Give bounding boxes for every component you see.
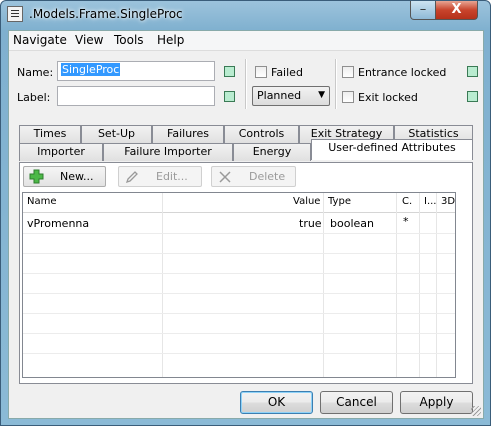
label-field[interactable] xyxy=(57,86,215,106)
resize-grip-icon[interactable] xyxy=(471,406,481,416)
column-header-value[interactable]: Value xyxy=(293,196,320,207)
entrance-locked-checkbox[interactable] xyxy=(342,66,354,78)
ok-button[interactable]: OK xyxy=(240,391,313,414)
edit-button-label: Edit... xyxy=(156,170,188,183)
entrance-indicator-icon xyxy=(467,66,478,77)
delete-button[interactable]: Delete xyxy=(211,166,296,187)
minimize-button[interactable]: – xyxy=(410,1,436,20)
menu-navigate[interactable]: Navigate xyxy=(13,33,67,47)
new-button[interactable]: New... xyxy=(23,166,106,187)
tab-times[interactable]: Times xyxy=(19,125,81,143)
dialog-window: .Models.Frame.SingleProc – X Navigate Vi… xyxy=(0,0,491,426)
edit-button[interactable]: Edit... xyxy=(118,166,202,187)
window-title: .Models.Frame.SingleProc xyxy=(29,7,183,21)
tab-failures[interactable]: Failures xyxy=(152,125,224,143)
attributes-table[interactable]: Name Value Type C. I... 3D vPromenna tru… xyxy=(22,192,456,378)
tab-user-defined-attributes[interactable]: User-defined Attributes xyxy=(311,139,473,160)
title-bar[interactable]: .Models.Frame.SingleProc – X xyxy=(1,1,490,29)
table-header xyxy=(23,193,455,213)
column-divider xyxy=(419,193,420,377)
label-indicator-icon xyxy=(224,91,235,102)
menu-tools[interactable]: Tools xyxy=(114,33,144,47)
cell-c: * xyxy=(403,215,409,228)
pencil-icon xyxy=(125,171,138,184)
separator xyxy=(335,59,337,109)
exit-locked-label: Exit locked xyxy=(358,91,418,104)
tab-importer[interactable]: Importer xyxy=(19,143,103,161)
planned-select[interactable]: Planned ▼ xyxy=(252,86,330,106)
name-value: SingleProc xyxy=(61,63,121,76)
menu-help[interactable]: Help xyxy=(157,33,184,47)
column-header-type[interactable]: Type xyxy=(328,196,351,207)
column-header-c[interactable]: C. xyxy=(402,196,412,207)
column-divider xyxy=(323,193,324,377)
name-label: Name: xyxy=(17,66,54,79)
column-divider xyxy=(436,193,437,377)
name-indicator-icon xyxy=(224,66,235,77)
exit-locked-checkbox[interactable] xyxy=(342,91,354,103)
column-header-i[interactable]: I... xyxy=(424,196,437,207)
column-header-3d[interactable]: 3D xyxy=(441,196,455,207)
name-field[interactable]: SingleProc xyxy=(57,61,215,81)
planned-value: Planned xyxy=(257,89,302,102)
close-button[interactable]: X xyxy=(435,1,478,20)
cancel-button[interactable]: Cancel xyxy=(320,391,393,414)
column-header-name[interactable]: Name xyxy=(27,196,57,207)
new-button-label: New... xyxy=(60,170,94,183)
column-divider xyxy=(396,193,397,377)
delete-icon xyxy=(219,171,231,183)
tab-set-up[interactable]: Set-Up xyxy=(81,125,152,143)
failed-checkbox[interactable] xyxy=(255,66,267,78)
exit-indicator-icon xyxy=(467,91,478,102)
delete-button-label: Delete xyxy=(249,170,286,183)
menu-bar: Navigate View Tools Help xyxy=(9,31,483,51)
apply-button[interactable]: Apply xyxy=(400,391,473,414)
cell-type: boolean xyxy=(330,217,374,230)
column-divider xyxy=(162,193,163,377)
chevron-down-icon: ▼ xyxy=(318,90,325,100)
app-icon[interactable] xyxy=(7,6,23,22)
failed-label: Failed xyxy=(271,66,303,79)
separator xyxy=(245,59,247,109)
menu-view[interactable]: View xyxy=(75,33,103,47)
plus-icon xyxy=(29,169,44,184)
tab-controls[interactable]: Controls xyxy=(224,125,299,143)
cell-value: true xyxy=(299,217,322,230)
tab-energy[interactable]: Energy xyxy=(233,143,311,161)
entrance-locked-label: Entrance locked xyxy=(358,66,447,79)
tab-failure-importer[interactable]: Failure Importer xyxy=(103,143,233,161)
label-label: Label: xyxy=(17,91,51,104)
dialog-client-area: Navigate View Tools Help Name: SinglePro… xyxy=(8,30,484,419)
cell-name: vPromenna xyxy=(27,217,90,230)
